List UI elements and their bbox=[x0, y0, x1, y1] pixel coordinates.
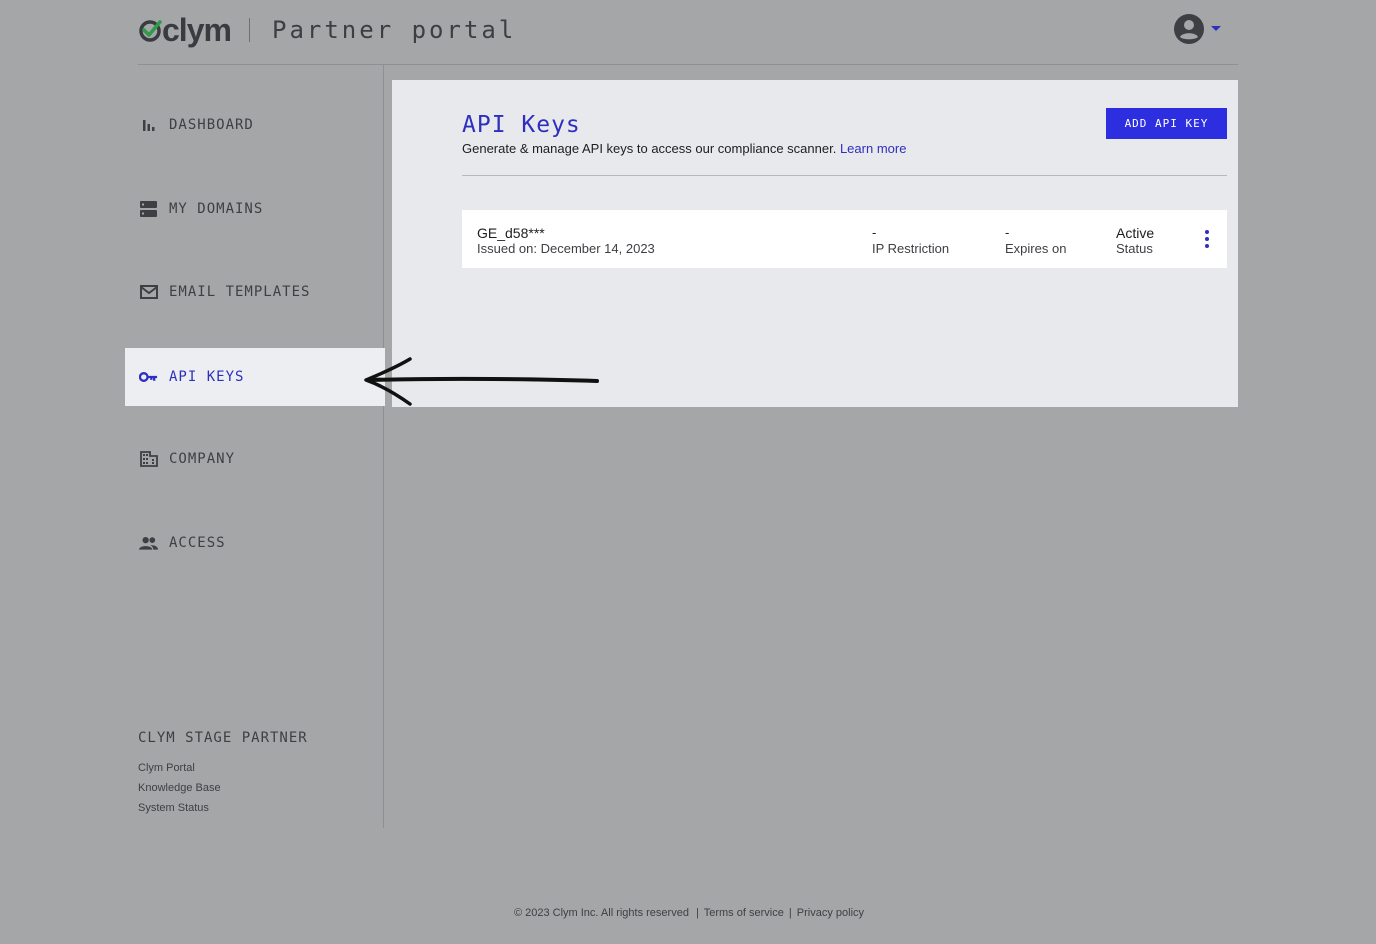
privacy-policy-link[interactable]: Privacy policy bbox=[797, 907, 864, 919]
sidebar-item-company[interactable]: COMPANY bbox=[125, 430, 385, 488]
status-label: Status bbox=[1116, 241, 1153, 256]
server-icon bbox=[139, 200, 158, 219]
account-circle-icon[interactable] bbox=[1174, 14, 1204, 44]
arrow-annotation-icon bbox=[364, 357, 599, 406]
header-divider-line bbox=[138, 64, 1238, 65]
api-key-row: GE_d58*** Issued on: December 14, 2023 -… bbox=[462, 210, 1227, 268]
copyright-text: © 2023 Clym Inc. All rights reserved bbox=[513, 907, 689, 919]
ip-restriction-label: IP Restriction bbox=[872, 241, 950, 256]
logo-check-icon bbox=[139, 20, 162, 42]
portal-title: Partner portal bbox=[272, 16, 517, 44]
header-divider bbox=[249, 18, 250, 42]
sidebar-item-my-domains[interactable]: MY DOMAINS bbox=[125, 180, 385, 238]
sidebar-item-label: EMAIL TEMPLATES bbox=[169, 284, 311, 300]
panel-divider bbox=[462, 175, 1227, 176]
sidebar-item-label: API KEYS bbox=[169, 369, 245, 385]
sidebar-item-label: DASHBOARD bbox=[169, 117, 254, 133]
expires-value: - bbox=[1005, 225, 1010, 240]
footer-separator: | bbox=[696, 907, 699, 919]
sidebar-item-api-keys[interactable]: API KEYS bbox=[125, 348, 385, 406]
chevron-down-icon[interactable] bbox=[1211, 26, 1221, 31]
mail-icon bbox=[139, 283, 158, 302]
subtitle-text: Generate & manage API keys to access our… bbox=[462, 141, 837, 156]
organization-name: CLYM STAGE PARTNER bbox=[138, 730, 308, 746]
footer-separator: | bbox=[788, 907, 792, 919]
terms-of-service-link[interactable]: Terms of service bbox=[704, 907, 784, 919]
people-icon bbox=[139, 534, 158, 553]
status-value: Active bbox=[1116, 225, 1155, 241]
sidebar-item-dashboard[interactable]: DASHBOARD bbox=[125, 96, 385, 154]
system-status-link[interactable]: System Status bbox=[138, 802, 209, 814]
building-icon bbox=[139, 450, 158, 469]
sidebar-item-label: COMPANY bbox=[169, 451, 236, 467]
bar-chart-icon bbox=[139, 116, 158, 135]
expires-label: Expires on bbox=[1005, 241, 1067, 256]
sidebar-item-access[interactable]: ACCESS bbox=[125, 514, 385, 572]
page-title: API Keys bbox=[462, 112, 581, 138]
add-api-key-button[interactable]: ADD API KEY bbox=[1106, 108, 1227, 139]
key-icon bbox=[139, 368, 158, 387]
api-key-name: GE_d58*** bbox=[477, 225, 545, 241]
logo-text: clym bbox=[162, 12, 232, 48]
clym-logo[interactable]: clym bbox=[138, 12, 232, 48]
api-key-issued-date: Issued on: December 14, 2023 bbox=[477, 241, 655, 256]
knowledge-base-link[interactable]: Knowledge Base bbox=[138, 782, 221, 794]
clym-portal-link[interactable]: Clym Portal bbox=[138, 762, 195, 774]
more-options-icon[interactable] bbox=[1200, 230, 1214, 248]
page-subtitle: Generate & manage API keys to access our… bbox=[462, 141, 906, 157]
learn-more-link[interactable]: Learn more bbox=[840, 141, 906, 156]
footer: © 2023 Clym Inc. All rights reserved | T… bbox=[0, 907, 1376, 919]
ip-restriction-value: - bbox=[872, 225, 877, 240]
sidebar-item-label: ACCESS bbox=[169, 535, 226, 551]
sidebar-item-email-templates[interactable]: EMAIL TEMPLATES bbox=[125, 263, 385, 321]
sidebar-item-label: MY DOMAINS bbox=[169, 201, 264, 217]
